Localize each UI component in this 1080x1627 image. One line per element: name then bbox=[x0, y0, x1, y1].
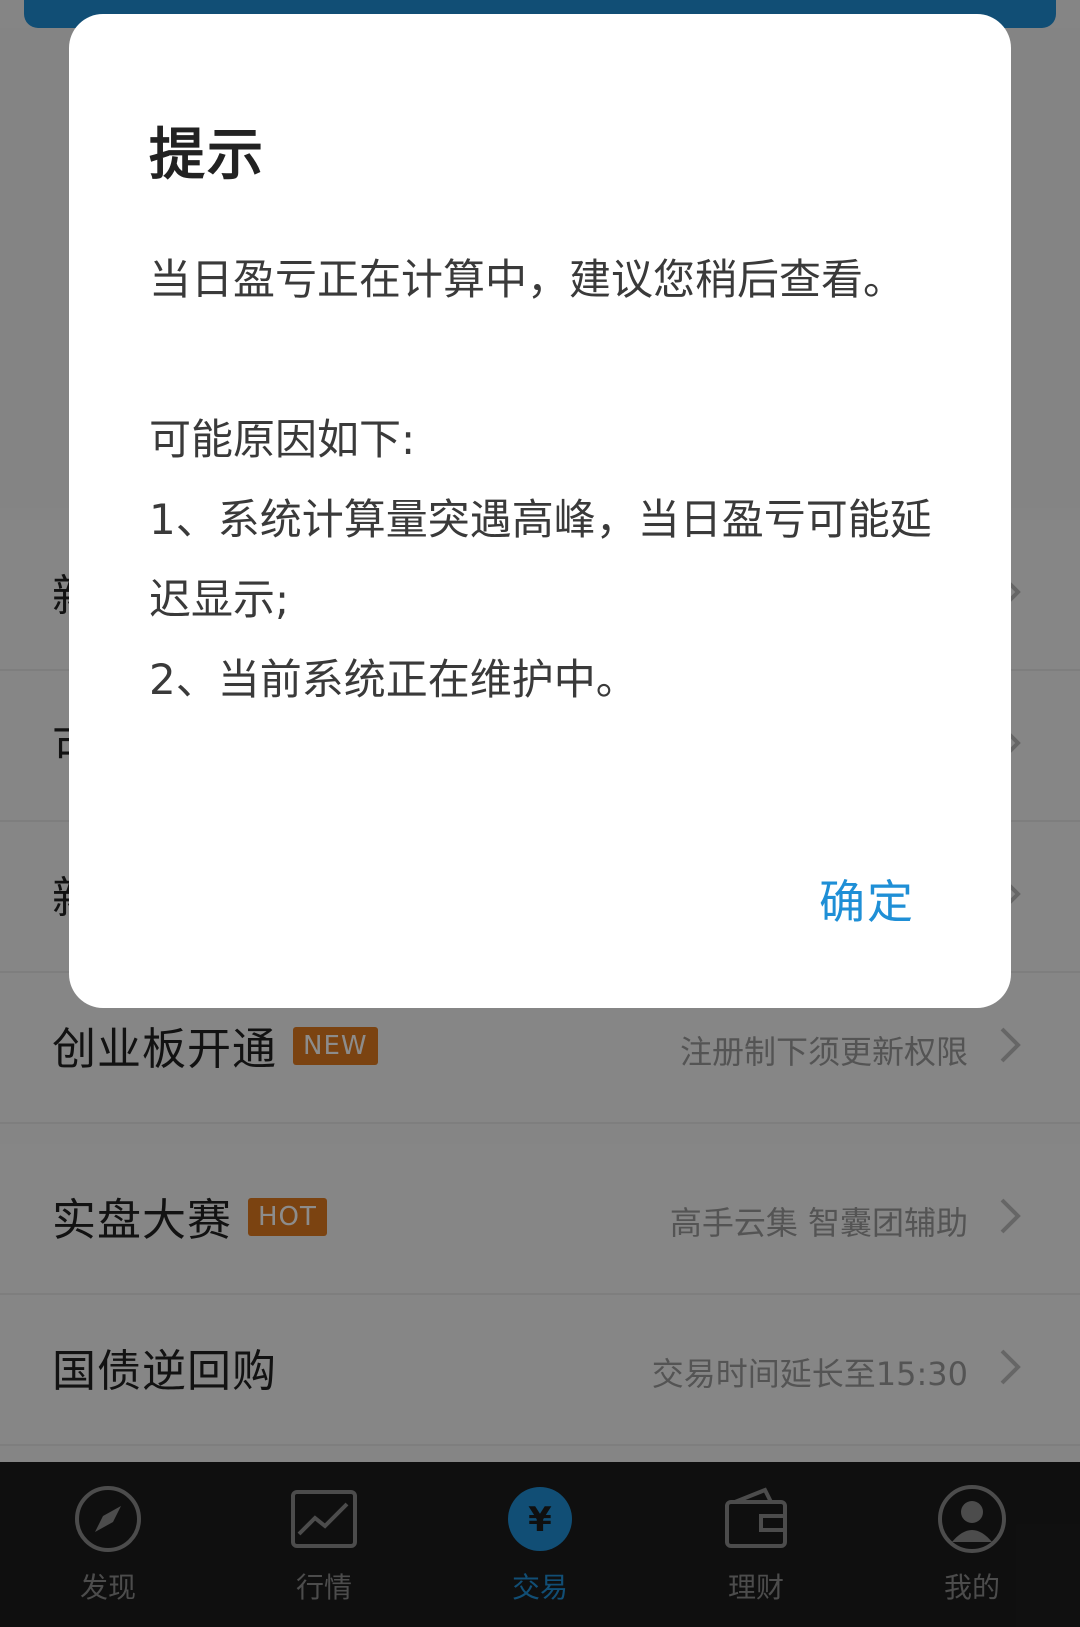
dialog-title: 提示 bbox=[149, 123, 265, 188]
alert-dialog: 提示 当日盈亏正在计算中，建议您稍后查看。 可能原因如下: 1、系统计算量突遇高… bbox=[69, 14, 1011, 1008]
dialog-message: 当日盈亏正在计算中，建议您稍后查看。 可能原因如下: 1、系统计算量突遇高峰，当… bbox=[149, 240, 939, 720]
dialog-reason-item: 2、当前系统正在维护中。 bbox=[149, 655, 638, 704]
dialog-reasons-header: 可能原因如下: bbox=[149, 415, 416, 464]
screen: 新 可 新 创业板开通NEW 注册制下须更新权限 实盘大赛HOT 高手云集 智囊… bbox=[0, 0, 1080, 1627]
confirm-button[interactable]: 确定 bbox=[819, 866, 915, 932]
dialog-reason-item: 1、系统计算量突遇高峰，当日盈亏可能延迟显示; bbox=[149, 495, 932, 624]
dialog-message-line: 当日盈亏正在计算中，建议您稍后查看。 bbox=[149, 255, 906, 304]
